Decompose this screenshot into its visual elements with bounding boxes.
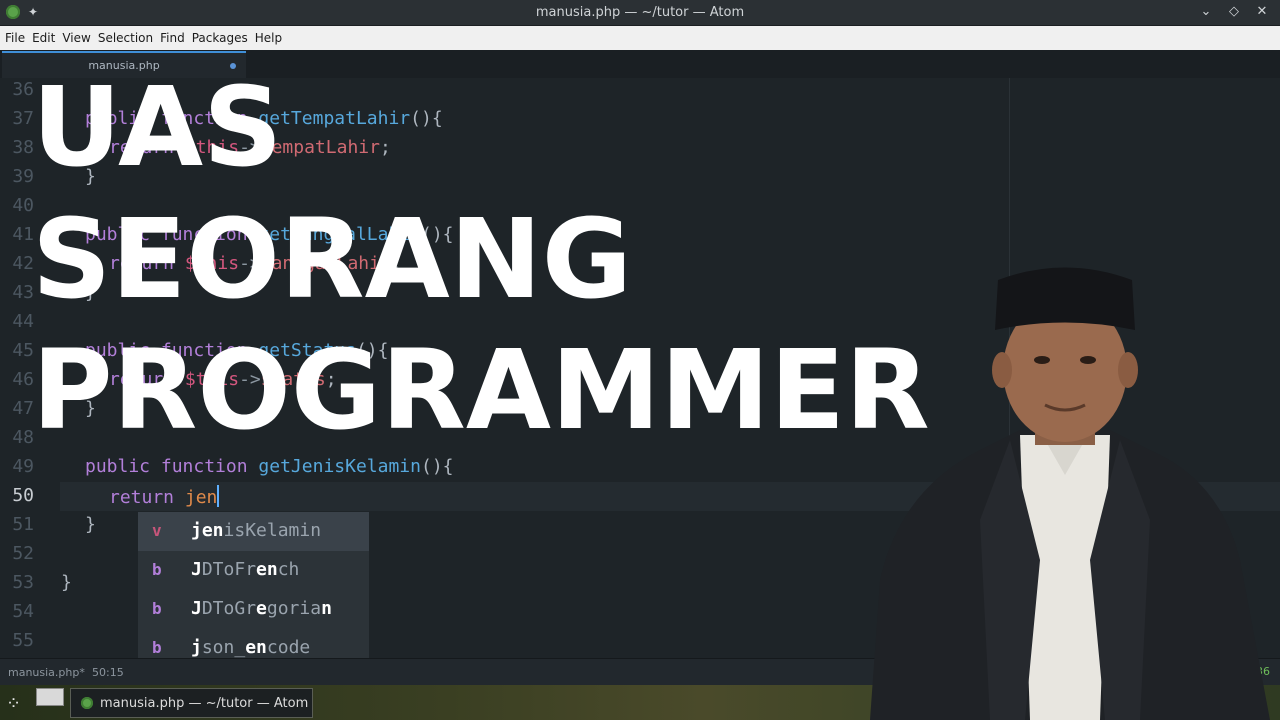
code-line: } bbox=[85, 514, 96, 535]
start-menu-icon[interactable]: ⁘ bbox=[6, 693, 21, 714]
rest-text: ch bbox=[277, 559, 300, 580]
match-text: J bbox=[191, 559, 202, 580]
line-number: 42 bbox=[12, 253, 34, 274]
line-number: 53 bbox=[12, 572, 34, 593]
person-photo bbox=[870, 267, 1270, 720]
minimize-icon[interactable]: ⌄ bbox=[1198, 3, 1214, 21]
taskbar-window-atom[interactable]: manusia.php — ~/tutor — Atom bbox=[70, 688, 313, 718]
maximize-icon[interactable]: ◇ bbox=[1226, 3, 1242, 21]
line-number: 37 bbox=[12, 108, 34, 129]
window-title: manusia.php — ~/tutor — Atom bbox=[535, 5, 745, 20]
atom-app-icon bbox=[81, 697, 93, 709]
punctuation: (){ bbox=[420, 456, 454, 477]
menu-edit[interactable]: Edit bbox=[32, 31, 62, 45]
menu-bar: File Edit View Selection Find Packages H… bbox=[0, 26, 1280, 50]
code-line: } bbox=[61, 572, 72, 593]
variable-type-icon: v bbox=[152, 521, 162, 540]
line-number: 55 bbox=[12, 630, 34, 651]
title-bar: ✦ manusia.php — ~/tutor — Atom ⌄ ◇ ✕ bbox=[0, 0, 1280, 26]
rest-text: DToFr bbox=[201, 559, 257, 580]
status-file-name[interactable]: manusia.php* bbox=[8, 666, 85, 679]
line-number: 41 bbox=[12, 224, 34, 245]
line-number: 46 bbox=[12, 369, 34, 390]
match-text: en bbox=[245, 637, 267, 658]
rest-text: code bbox=[266, 637, 311, 658]
builtin-type-icon: b bbox=[152, 638, 162, 657]
close-icon[interactable]: ✕ bbox=[1254, 3, 1270, 21]
function-name: getJenisKelamin bbox=[258, 456, 421, 477]
rest-text: DToGr bbox=[201, 598, 257, 619]
autocomplete-text: JDToFrench bbox=[191, 559, 299, 580]
line-number: 49 bbox=[12, 456, 34, 477]
autocomplete-item[interactable]: b JDToGregorian bbox=[138, 590, 369, 629]
line-number: 48 bbox=[12, 427, 34, 448]
autocomplete-text: JDToGregorian bbox=[191, 598, 332, 619]
menu-packages[interactable]: Packages bbox=[192, 31, 255, 45]
punctuation: (){ bbox=[410, 108, 443, 129]
match-text: J bbox=[191, 598, 202, 619]
match-text: jen bbox=[191, 520, 224, 541]
keyword: function bbox=[160, 456, 248, 477]
rest-text: goria bbox=[266, 598, 322, 619]
menu-find[interactable]: Find bbox=[160, 31, 192, 45]
menu-view[interactable]: View bbox=[62, 31, 97, 45]
line-number-active: 50 bbox=[12, 485, 34, 506]
taskbar-window-label: manusia.php — ~/tutor — Atom bbox=[100, 695, 309, 711]
autocomplete-text: json_encode bbox=[191, 637, 310, 658]
match-text: en bbox=[256, 559, 278, 580]
builtin-type-icon: b bbox=[152, 560, 162, 579]
line-number: 54 bbox=[12, 601, 34, 622]
menu-selection[interactable]: Selection bbox=[98, 31, 160, 45]
punctuation: ; bbox=[379, 137, 391, 158]
autocomplete-popup: v jenisKelamin b JDToFrench b JDToGregor… bbox=[138, 512, 369, 669]
line-number: 52 bbox=[12, 543, 34, 564]
builtin-type-icon: b bbox=[152, 599, 162, 618]
code-line: public function getJenisKelamin(){ bbox=[85, 456, 454, 477]
line-number: 36 bbox=[12, 79, 34, 100]
keyword: public bbox=[85, 456, 151, 477]
match-text: e bbox=[256, 598, 267, 619]
atom-app-icon[interactable] bbox=[6, 5, 20, 19]
menu-file[interactable]: File bbox=[5, 31, 32, 45]
rest-text: isKelamin bbox=[223, 520, 322, 541]
status-cursor-position[interactable]: 50:15 bbox=[92, 666, 124, 679]
match-text: j bbox=[191, 637, 202, 658]
line-number: 44 bbox=[12, 311, 34, 332]
line-number: 40 bbox=[12, 195, 34, 216]
menu-help[interactable]: Help bbox=[255, 31, 289, 45]
code-line-active[interactable]: return jen bbox=[109, 485, 220, 508]
overlay-headline-line3: PROGRAMMER bbox=[32, 326, 930, 454]
autocomplete-item-selected[interactable]: v jenisKelamin bbox=[138, 512, 369, 551]
pin-icon[interactable]: ✦ bbox=[28, 5, 38, 19]
line-number: 39 bbox=[12, 166, 34, 187]
keyword: return bbox=[109, 487, 175, 508]
line-number: 43 bbox=[12, 282, 34, 303]
rest-text: son_ bbox=[201, 637, 246, 658]
match-text: n bbox=[321, 598, 332, 619]
overlay-headline-line2: SEORANG bbox=[32, 195, 633, 323]
autocomplete-text: jenisKelamin bbox=[191, 520, 321, 541]
line-number: 38 bbox=[12, 137, 34, 158]
line-number: 45 bbox=[12, 340, 34, 361]
show-desktop-icon[interactable] bbox=[36, 688, 64, 706]
line-number: 51 bbox=[12, 514, 34, 535]
autocomplete-item[interactable]: b JDToFrench bbox=[138, 551, 369, 590]
line-number: 47 bbox=[12, 398, 34, 419]
text-cursor bbox=[217, 485, 220, 507]
overlay-headline-line1: UAS bbox=[32, 63, 283, 191]
typed-text: jen bbox=[184, 487, 218, 508]
